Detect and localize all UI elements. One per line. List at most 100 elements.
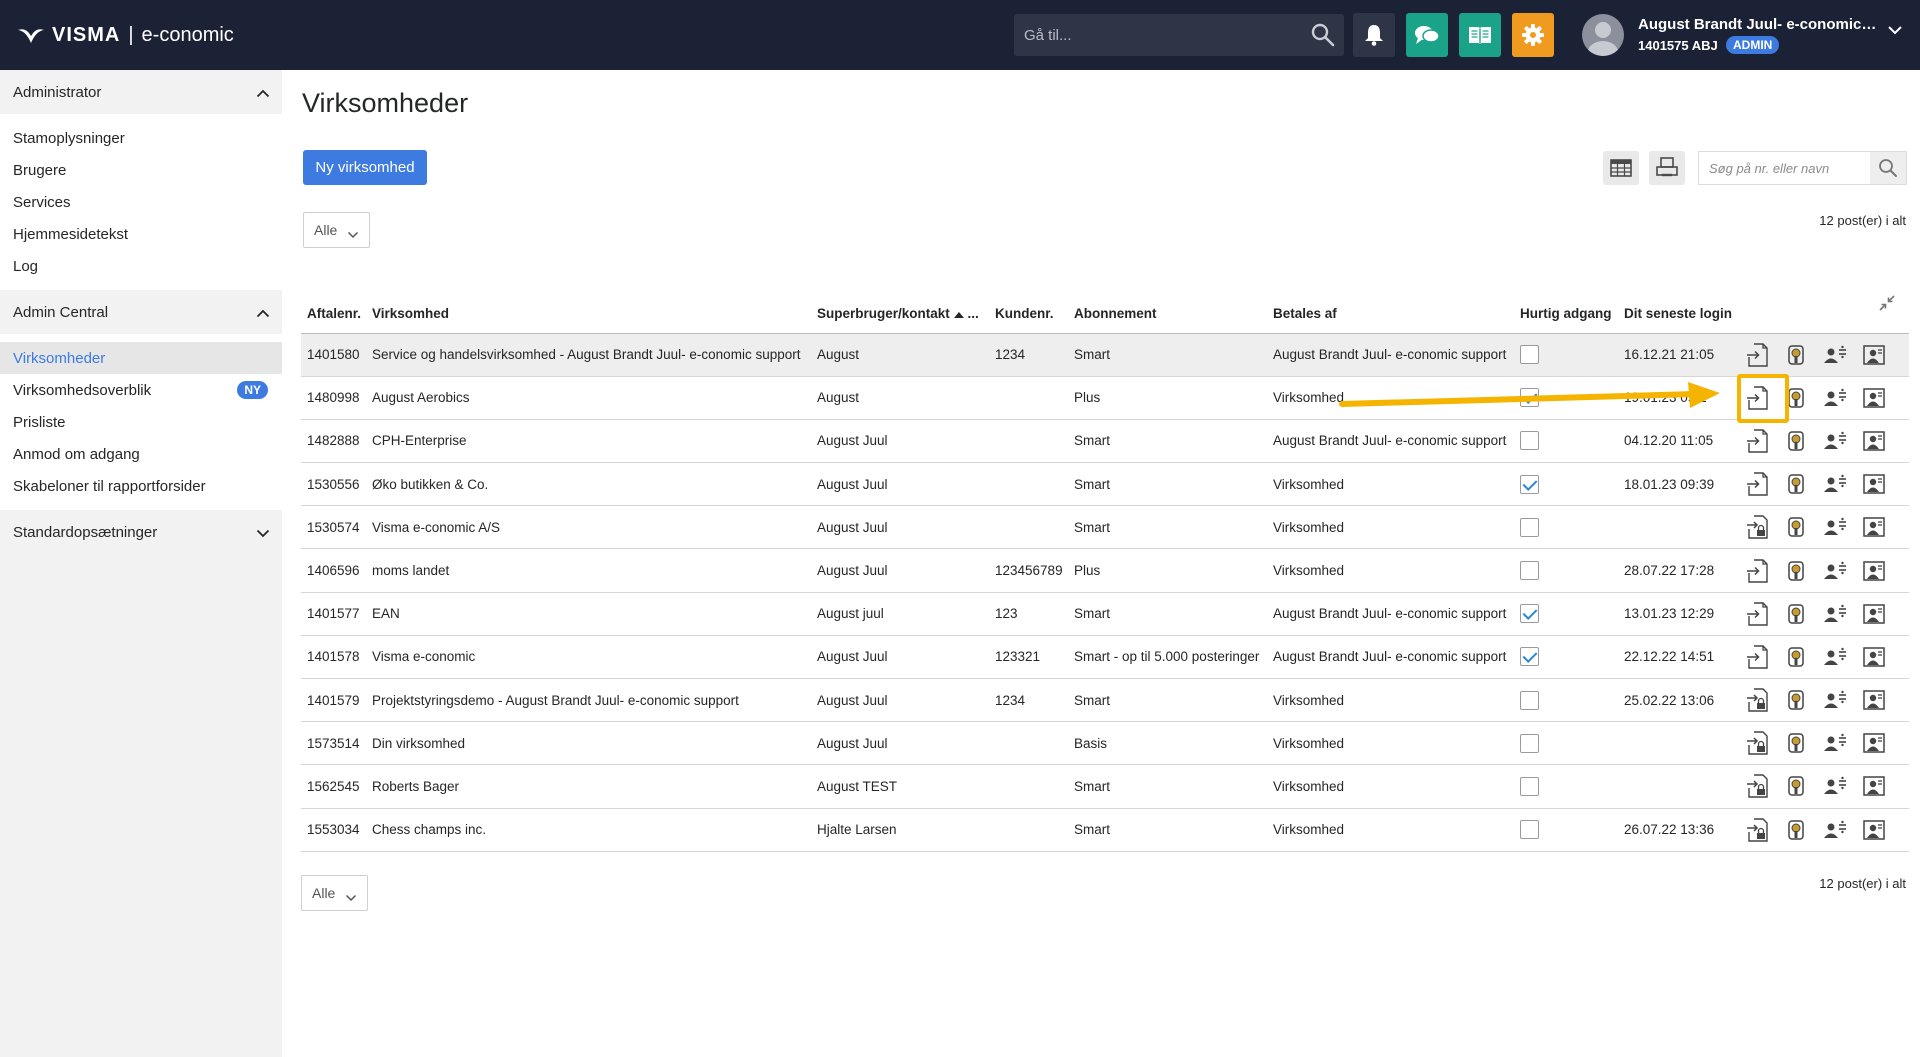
- quick-access-checkbox[interactable]: [1520, 820, 1539, 840]
- col-header-virksomhed[interactable]: Virksomhed: [366, 295, 811, 334]
- user-assign-icon[interactable]: [1822, 773, 1848, 799]
- key-icon[interactable]: [1783, 773, 1809, 799]
- user-card-icon[interactable]: [1861, 558, 1887, 584]
- new-company-button[interactable]: Ny virksomhed: [303, 150, 427, 185]
- user-assign-icon[interactable]: [1822, 687, 1848, 713]
- user-assign-icon[interactable]: [1822, 428, 1848, 454]
- user-assign-icon[interactable]: [1822, 342, 1848, 368]
- user-card-icon[interactable]: [1861, 385, 1887, 411]
- key-icon[interactable]: [1783, 687, 1809, 713]
- table-row[interactable]: 1573514 Din virksomhed August Juul Basis Vir…: [301, 721, 1909, 766]
- key-icon[interactable]: [1783, 428, 1809, 454]
- col-header-superbruger[interactable]: Superbruger/kontakt ...: [811, 295, 989, 334]
- settings-button[interactable]: [1512, 13, 1554, 57]
- quick-access-checkbox[interactable]: [1520, 345, 1539, 365]
- user-menu[interactable]: August Brandt Juul- e-conomic s... 14015…: [1582, 12, 1912, 58]
- user-assign-icon[interactable]: [1822, 558, 1848, 584]
- filter-select-bottom[interactable]: Alle: [301, 875, 368, 911]
- login-icon[interactable]: [1744, 471, 1770, 497]
- key-icon[interactable]: [1783, 730, 1809, 756]
- quick-access-checkbox[interactable]: [1520, 647, 1539, 667]
- user-assign-icon[interactable]: [1822, 817, 1848, 843]
- key-icon[interactable]: [1783, 471, 1809, 497]
- sidebar-item-skabeloner[interactable]: Skabeloner til rapportforsider: [0, 470, 282, 502]
- sidebar-section-standardopsaetninger[interactable]: Standardopsætninger: [0, 510, 282, 554]
- table-row[interactable]: 1401577 EAN August juul 123 Smart August Bran…: [301, 592, 1909, 636]
- help-book-button[interactable]: [1459, 13, 1501, 57]
- sidebar-item-virksomhedsoverblik[interactable]: Virksomhedsoverblik NY: [0, 374, 282, 406]
- filter-select[interactable]: Alle: [303, 212, 370, 248]
- user-assign-icon[interactable]: [1822, 730, 1848, 756]
- user-card-icon[interactable]: [1861, 644, 1887, 670]
- col-header-abonnement[interactable]: Abonnement: [1068, 295, 1267, 334]
- quick-access-checkbox[interactable]: [1520, 690, 1539, 710]
- login-icon[interactable]: [1744, 428, 1770, 454]
- sidebar-item-brugere[interactable]: Brugere: [0, 154, 282, 186]
- user-assign-icon[interactable]: [1822, 644, 1848, 670]
- table-row[interactable]: 1401580 Service og handelsvirksomhed - Au…: [301, 333, 1909, 377]
- login-icon[interactable]: [1744, 687, 1770, 713]
- sidebar-item-stamoplysninger[interactable]: Stamoplysninger: [0, 122, 282, 154]
- visma-logo[interactable]: VISMA | e-conomic: [18, 22, 234, 48]
- col-header-seneste-login[interactable]: Dit seneste login: [1618, 295, 1738, 334]
- table-row[interactable]: 1401579 Projektstyringsdemo - August Bran…: [301, 678, 1909, 723]
- user-card-icon[interactable]: [1861, 342, 1887, 368]
- login-icon[interactable]: [1744, 558, 1770, 584]
- table-row[interactable]: 1406596 moms landet August Juul 123456789 Pl…: [301, 548, 1909, 593]
- sidebar-item-log[interactable]: Log: [0, 250, 282, 282]
- search-icon[interactable]: [1310, 22, 1336, 48]
- user-card-icon[interactable]: [1861, 773, 1887, 799]
- user-card-icon[interactable]: [1861, 730, 1887, 756]
- key-icon[interactable]: [1783, 558, 1809, 584]
- sidebar-item-hjemmesidetekst[interactable]: Hjemmesidetekst: [0, 218, 282, 250]
- table-row[interactable]: 1401578 Visma e-conomic August Juul 123321 S…: [301, 635, 1909, 680]
- user-assign-icon[interactable]: [1822, 471, 1848, 497]
- col-header-kundenr[interactable]: Kundenr.: [989, 295, 1068, 334]
- quick-access-checkbox[interactable]: [1520, 733, 1539, 753]
- quick-access-checkbox[interactable]: [1520, 431, 1539, 451]
- notifications-button[interactable]: [1353, 13, 1395, 57]
- login-icon[interactable]: [1744, 817, 1770, 843]
- login-icon[interactable]: [1744, 514, 1770, 540]
- key-icon[interactable]: [1783, 601, 1809, 627]
- sidebar-item-prisliste[interactable]: Prisliste: [0, 406, 282, 438]
- quick-access-checkbox[interactable]: [1520, 776, 1539, 796]
- table-search-input[interactable]: [1699, 152, 1869, 184]
- table-row[interactable]: 1530556 Øko butikken & Co. August Juul Smar…: [301, 462, 1909, 507]
- quick-access-checkbox[interactable]: [1520, 517, 1539, 537]
- key-icon[interactable]: [1783, 644, 1809, 670]
- col-header-aftalenr[interactable]: Aftalenr.: [301, 295, 366, 334]
- user-card-icon[interactable]: [1861, 514, 1887, 540]
- sidebar-section-admin-central[interactable]: Admin Central: [0, 290, 282, 334]
- table-view-button[interactable]: [1603, 151, 1639, 185]
- chat-button[interactable]: [1406, 13, 1448, 57]
- table-row[interactable]: 1562545 Roberts Bager August TEST Smart Virk…: [301, 764, 1909, 809]
- login-icon[interactable]: [1744, 601, 1770, 627]
- table-row[interactable]: 1530574 Visma e-conomic A/S August Juul Sma…: [301, 505, 1909, 550]
- quick-access-checkbox[interactable]: [1520, 604, 1539, 624]
- user-assign-icon[interactable]: [1822, 385, 1848, 411]
- user-card-icon[interactable]: [1861, 601, 1887, 627]
- user-card-icon[interactable]: [1861, 817, 1887, 843]
- quick-access-checkbox[interactable]: [1520, 474, 1539, 494]
- col-header-betales-af[interactable]: Betales af: [1267, 295, 1514, 334]
- login-icon[interactable]: [1744, 730, 1770, 756]
- user-assign-icon[interactable]: [1822, 601, 1848, 627]
- goto-input[interactable]: [1014, 14, 1304, 56]
- login-icon[interactable]: [1744, 773, 1770, 799]
- col-header-hurtig-adgang[interactable]: Hurtig adgang: [1514, 295, 1618, 334]
- key-icon[interactable]: [1783, 342, 1809, 368]
- quick-access-checkbox[interactable]: [1520, 561, 1539, 581]
- login-icon[interactable]: [1744, 644, 1770, 670]
- user-card-icon[interactable]: [1861, 428, 1887, 454]
- sidebar-section-administrator[interactable]: Administrator: [0, 70, 282, 114]
- login-icon[interactable]: [1744, 342, 1770, 368]
- sidebar-item-anmod-om-adgang[interactable]: Anmod om adgang: [0, 438, 282, 470]
- user-assign-icon[interactable]: [1822, 514, 1848, 540]
- chevron-down-icon[interactable]: [1887, 22, 1903, 40]
- key-icon[interactable]: [1783, 514, 1809, 540]
- user-card-icon[interactable]: [1861, 471, 1887, 497]
- table-row[interactable]: 1553034 Chess champs inc. Hjalte Larsen Sma…: [301, 808, 1909, 852]
- sidebar-item-services[interactable]: Services: [0, 186, 282, 218]
- table-row[interactable]: 1482888 CPH-Enterprise August Juul Smart Aug…: [301, 419, 1909, 464]
